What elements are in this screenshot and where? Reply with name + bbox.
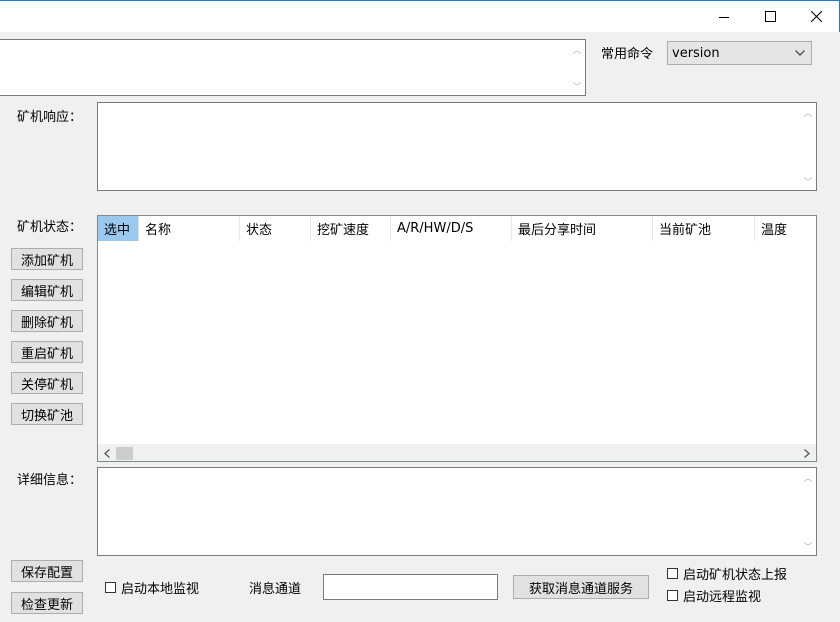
local-monitor-checkbox[interactable]: 启动本地监视 [105,578,199,597]
close-icon [810,11,822,22]
miner-status-grid[interactable]: 选中 名称 状态 挖矿速度 A/R/HW/D/S 最后分享时间 当前矿池 温度 [97,215,817,462]
common-command-label: 常用命令 [601,47,654,62]
maximize-icon [764,11,776,22]
scroll-down-icon[interactable]: ﹀ [800,539,816,553]
scroll-left-icon[interactable] [100,446,114,461]
remote-monitor-checkbox[interactable]: 启动远程监视 [667,586,761,605]
column-header-last-share[interactable]: 最后分享时间 [512,216,653,241]
close-button[interactable] [793,1,839,32]
column-header-speed[interactable]: 挖矿速度 [311,216,391,241]
scroll-up-icon[interactable]: ︿ [569,42,585,56]
checkbox-icon [667,590,678,601]
report-status-checkbox[interactable]: 启动矿机状态上报 [667,564,787,583]
add-miner-button[interactable]: 添加矿机 [11,248,83,270]
detail-scrollbar[interactable]: ︿ ﹀ [800,468,816,555]
shutdown-miner-button[interactable]: 关停矿机 [11,372,83,394]
check-update-button[interactable]: 检查更新 [11,592,83,614]
response-scrollbar[interactable]: ︿ ﹀ [800,103,816,190]
title-bar [0,0,840,32]
status-label: 矿机状态： [17,220,83,235]
column-header-arhwds[interactable]: A/R/HW/D/S [391,216,512,241]
common-command-value: version [672,45,720,61]
switch-pool-button[interactable]: 切换矿池 [11,403,83,425]
command-input-scrollbar[interactable]: ︿ ﹀ [569,40,585,95]
column-header-temperature[interactable]: 温度 [755,216,817,241]
edit-miner-button[interactable]: 编辑矿机 [11,279,83,301]
report-status-label: 启动矿机状态上报 [683,568,788,583]
column-header-status[interactable]: 状态 [240,216,311,241]
grid-header: 选中 名称 状态 挖矿速度 A/R/HW/D/S 最后分享时间 当前矿池 温度 [98,216,817,241]
channel-input[interactable] [323,574,498,600]
common-command-select[interactable]: version [667,41,812,65]
detail-textbox[interactable]: ︿ ﹀ [97,467,817,556]
grid-horizontal-scrollbar[interactable] [98,444,816,461]
scroll-up-icon[interactable]: ︿ [800,470,816,484]
detail-label: 详细信息： [17,473,83,488]
delete-miner-button[interactable]: 删除矿机 [11,310,83,332]
maximize-button[interactable] [747,1,793,32]
column-header-select[interactable]: 选中 [98,216,139,241]
remote-monitor-label: 启动远程监视 [683,590,762,605]
scroll-down-icon[interactable]: ﹀ [569,79,585,93]
column-header-pool[interactable]: 当前矿池 [653,216,755,241]
checkbox-icon [105,582,116,593]
get-channel-service-button[interactable]: 获取消息通道服务 [513,575,649,599]
column-header-name[interactable]: 名称 [139,216,240,241]
checkbox-icon [667,568,678,579]
scroll-right-icon[interactable] [800,446,814,461]
response-textbox[interactable]: ︿ ﹀ [97,102,817,191]
minimize-icon [719,16,729,18]
response-label: 矿机响应： [17,110,83,125]
scroll-down-icon[interactable]: ﹀ [800,174,816,188]
minimize-button[interactable] [701,1,747,32]
chevron-down-icon [793,44,807,62]
restart-miner-button[interactable]: 重启矿机 [11,341,83,363]
scrollbar-thumb[interactable] [116,447,133,460]
local-monitor-label: 启动本地监视 [121,582,200,597]
channel-label: 消息通道 [249,582,302,597]
save-config-button[interactable]: 保存配置 [11,560,83,582]
scroll-up-icon[interactable]: ︿ [800,105,816,119]
command-input[interactable]: ︿ ﹀ [0,39,586,96]
